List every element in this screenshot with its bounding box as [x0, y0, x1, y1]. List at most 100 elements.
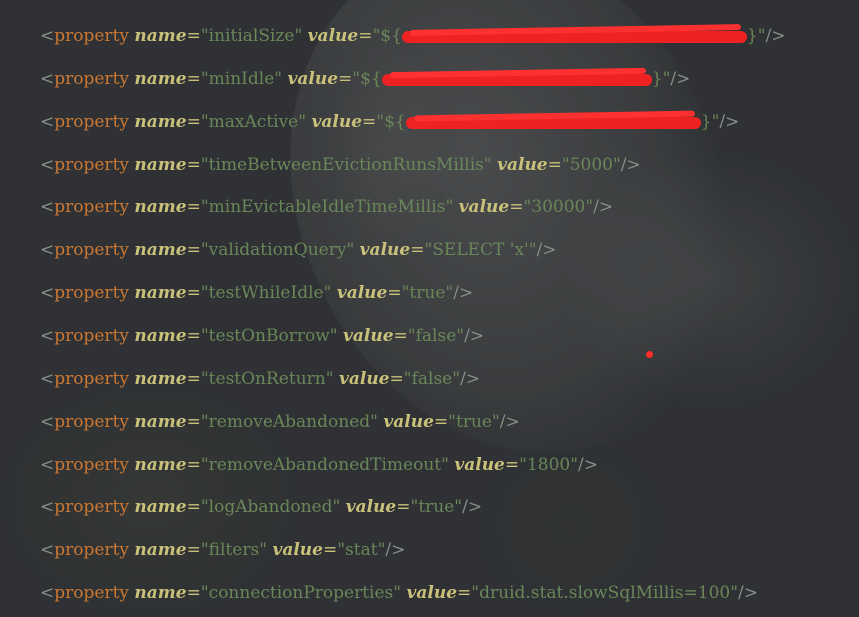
property-value: true — [455, 412, 492, 432]
equals-sign: = — [389, 369, 404, 389]
open-bracket: < — [40, 412, 55, 432]
quote: " — [483, 155, 492, 175]
code-line[interactable]: <property name="minIdle" value="${}"/> — [40, 67, 690, 91]
code-line[interactable]: <property name="logAbandoned" value="tru… — [40, 495, 482, 519]
attribute-name: name — [134, 497, 187, 517]
property-name-value: removeAbandonedTimeout — [208, 455, 442, 475]
self-close: /> — [719, 112, 740, 132]
open-bracket: < — [40, 369, 55, 389]
self-close: /> — [536, 240, 557, 260]
equals-sign: = — [322, 540, 338, 560]
open-bracket: < — [40, 155, 55, 175]
self-close: /> — [670, 69, 691, 89]
quote: " — [456, 326, 465, 346]
attribute-name: name — [134, 283, 187, 303]
equals-sign: = — [338, 69, 353, 89]
code-line[interactable]: <property name="removeAbandoned" value="… — [40, 410, 520, 434]
property-name-value: validationQuery — [208, 240, 347, 260]
property-value: 5000 — [569, 155, 613, 175]
open-bracket: < — [40, 112, 55, 132]
code-line[interactable]: <property name="filters" value="stat"/> — [40, 538, 405, 562]
equals-sign: = — [186, 155, 201, 175]
placeholder-prefix: ${ — [384, 112, 406, 132]
quote: " — [528, 240, 537, 260]
equals-sign: = — [433, 412, 449, 432]
quote: " — [441, 455, 449, 475]
equals-sign: = — [509, 197, 524, 217]
open-bracket: < — [40, 69, 55, 89]
equals-sign: = — [186, 412, 201, 432]
quote: " — [200, 369, 209, 389]
property-value: true — [418, 497, 455, 517]
code-line[interactable]: <property name="testOnBorrow" value="fal… — [40, 324, 484, 348]
attribute-name: name — [134, 540, 187, 560]
property-name-value: connectionProperties — [208, 583, 394, 603]
attribute-name: name — [134, 69, 187, 89]
redaction-mark — [405, 116, 701, 130]
quote: " — [200, 326, 209, 346]
property-name-value: maxActive — [208, 112, 299, 132]
property-name-value: initialSize — [208, 26, 295, 46]
redaction-mark — [381, 73, 652, 87]
equals-sign: = — [186, 455, 201, 475]
equals-sign: = — [362, 112, 377, 132]
attribute-name: value — [345, 497, 397, 517]
tag-name: property — [54, 283, 129, 303]
attribute-name: value — [287, 69, 339, 89]
code-line[interactable]: <property name="minEvictableIdleTimeMill… — [40, 195, 613, 219]
property-name-value: removeAbandoned — [208, 412, 371, 432]
attribute-name: name — [134, 455, 187, 475]
property-name-value: minEvictableIdleTimeMillis — [208, 197, 446, 217]
attribute-name: name — [134, 326, 187, 346]
code-line[interactable]: <property name="initialSize" value="${}"… — [40, 24, 786, 48]
placeholder-suffix: } — [700, 112, 712, 132]
quote: " — [561, 155, 570, 175]
property-name-value: testOnReturn — [208, 369, 326, 389]
quote: " — [200, 26, 209, 46]
tag-name: property — [54, 369, 129, 389]
equals-sign: = — [186, 369, 201, 389]
open-bracket: < — [40, 326, 55, 346]
code-line[interactable]: <property name="validationQuery" value="… — [40, 238, 557, 262]
code-line[interactable]: <property name="removeAbandonedTimeout" … — [40, 453, 598, 477]
attribute-name: value — [338, 369, 390, 389]
quote: " — [200, 497, 209, 517]
quote: " — [298, 112, 307, 132]
code-line[interactable]: <property name="testWhileIdle" value="tr… — [40, 281, 473, 305]
placeholder-suffix: } — [746, 26, 758, 46]
tag-name: property — [54, 326, 129, 346]
code-line[interactable]: <property name="timeBetweenEvictionRunsM… — [40, 153, 641, 177]
property-value: SELECT 'x' — [432, 240, 529, 260]
attribute-name: value — [458, 197, 510, 217]
tag-name: property — [54, 26, 129, 46]
quote: " — [329, 326, 338, 346]
property-value: 1800 — [526, 455, 571, 475]
quote: " — [370, 412, 378, 432]
self-close: /> — [765, 26, 786, 46]
attribute-name: value — [383, 412, 434, 432]
code-line[interactable]: <property name="testOnReturn" value="fal… — [40, 367, 480, 391]
property-value: druid.stat.slowSqlMillis=100 — [479, 583, 731, 603]
quote: " — [259, 540, 268, 560]
quote: " — [200, 155, 209, 175]
equals-sign: = — [186, 240, 201, 260]
quote: " — [200, 69, 209, 89]
quote: " — [454, 497, 463, 517]
red-marker-dot — [646, 351, 653, 358]
self-close: /> — [385, 540, 406, 560]
self-close: /> — [620, 155, 641, 175]
self-close: /> — [462, 497, 483, 517]
open-bracket: < — [40, 455, 55, 475]
equals-sign: = — [186, 540, 201, 560]
attribute-name: value — [454, 455, 505, 475]
attribute-name: value — [307, 26, 359, 46]
property-name-value: testOnBorrow — [208, 326, 330, 346]
code-editor[interactable]: <property name="initialSize" value="${}"… — [40, 0, 859, 617]
property-value: true — [409, 283, 446, 303]
tag-name: property — [54, 240, 129, 260]
property-name-value: logAbandoned — [208, 497, 333, 517]
self-close: /> — [499, 412, 520, 432]
quote: " — [448, 412, 456, 432]
code-line[interactable]: <property name="connectionProperties" va… — [40, 581, 758, 605]
code-line[interactable]: <property name="maxActive" value="${}"/> — [40, 110, 739, 134]
